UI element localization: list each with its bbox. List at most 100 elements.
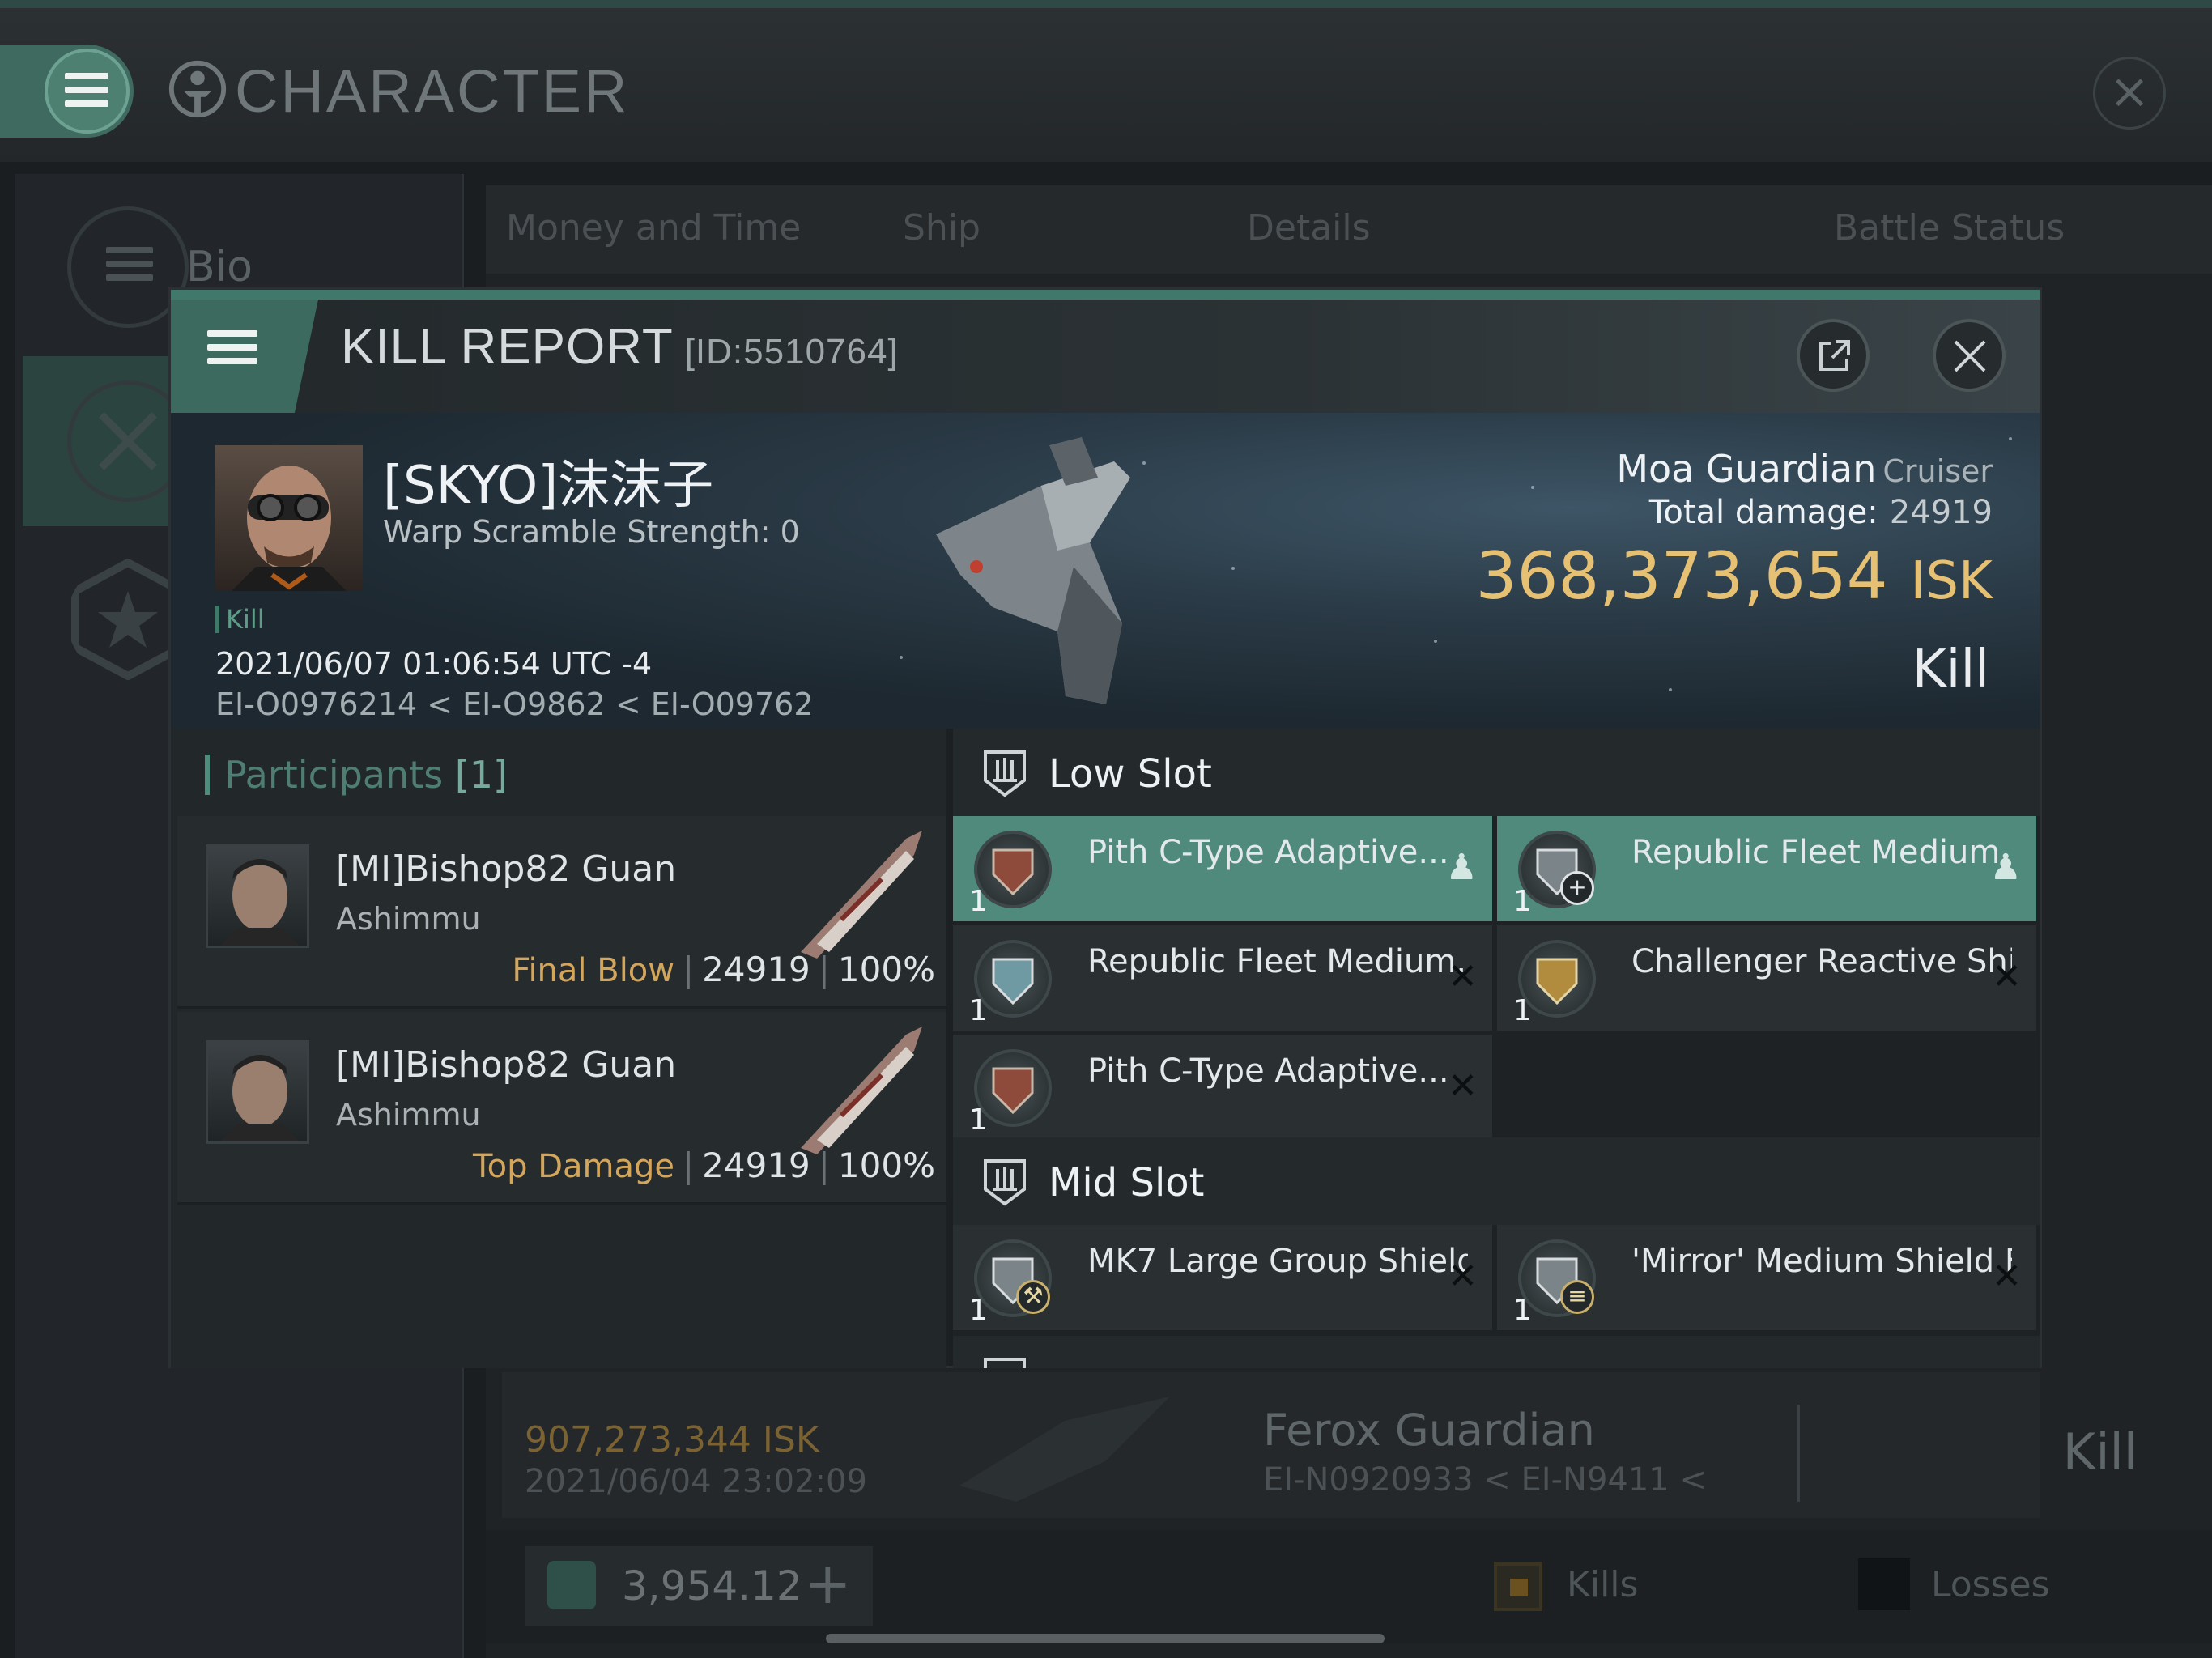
next-slot-header xyxy=(953,1336,2040,1368)
module-name: Republic Fleet Medium... xyxy=(1087,943,1468,980)
divider xyxy=(1797,1405,1800,1502)
mid-slot-icon xyxy=(984,1159,1026,1206)
hamburger-icon xyxy=(65,73,108,107)
victim-banner: [SKYO]沫沫子 Warp Scramble Strength: 0 Kill… xyxy=(171,413,2040,729)
kill-datetime: 2021/06/07 01:06:54 UTC -4 xyxy=(215,646,653,682)
bio-label: Bio xyxy=(186,243,253,291)
isk-value: 368,373,654 ISK xyxy=(1475,538,1993,614)
module-item[interactable]: 1 Pith C-Type Adaptive... ✕ xyxy=(953,1035,1492,1140)
total-damage: Total damage: 24919 xyxy=(1648,494,1993,531)
tab-details[interactable]: Details xyxy=(1247,207,1371,249)
modal-menu-button[interactable] xyxy=(171,300,318,413)
battle-row[interactable]: 907,273,344 ISK 2021/06/04 23:02:09 Fero… xyxy=(502,1372,2138,1518)
row-ship-name: Ferox Guardian xyxy=(1263,1405,1595,1456)
low-slot-icon xyxy=(984,750,1026,797)
participant-corp: Ashimmu xyxy=(336,901,481,937)
wrench-badge-icon: ⚒ xyxy=(1016,1280,1050,1314)
ship-info: Moa Guardian Cruiser xyxy=(1616,447,1993,491)
menu-circle xyxy=(45,49,130,134)
destroyed-x-icon: ✕ xyxy=(1992,1256,2022,1297)
module-item[interactable]: ≡ 1 'Mirror' Medium Shield Field ... ✕ xyxy=(1497,1225,2036,1330)
module-quantity: 1 xyxy=(969,1294,988,1327)
module-quantity: 1 xyxy=(1513,994,1532,1027)
module-item[interactable]: 1 Challenger Reactive Shield... ✕ xyxy=(1497,925,2036,1031)
kill-route: EI-O0976214 < EI-O9862 < EI-O09762 xyxy=(215,687,814,722)
module-item[interactable]: 1 Pith C-Type Adaptive... ♟ xyxy=(953,816,1492,921)
module-quantity: 1 xyxy=(1513,1294,1532,1327)
victim-ship-image xyxy=(936,437,1130,704)
main-menu-button[interactable] xyxy=(0,45,134,138)
module-quantity: 1 xyxy=(969,1103,988,1137)
module-name: Republic Fleet Medium... xyxy=(1631,834,2012,871)
destroyed-x-icon: ✕ xyxy=(1448,956,1478,997)
participant-name: [MI]Bishop82 Guan xyxy=(336,1044,677,1086)
participants-panel: Participants [1] [MI]Bishop82 Guan Ashim… xyxy=(171,729,946,1368)
module-item[interactable]: 1 Republic Fleet Medium... ✕ xyxy=(953,925,1492,1031)
participant-corp: Ashimmu xyxy=(336,1097,481,1133)
module-item[interactable]: ⚒ 1 MK7 Large Group Shield... ✕ xyxy=(953,1225,1492,1330)
share-button[interactable] xyxy=(1797,319,1870,392)
mid-slot-header: Mid Slot xyxy=(953,1137,2040,1225)
row-isk: 907,273,344 ISK xyxy=(525,1419,819,1460)
tab-battle-status[interactable]: Battle Status xyxy=(1834,207,2065,249)
external-link-icon xyxy=(1819,340,1850,371)
row-route: EI-N0920933 < EI-N9411 < xyxy=(1263,1461,1707,1499)
rank-badge-icon: ≡ xyxy=(1560,1280,1594,1314)
module-quantity: 1 xyxy=(1513,885,1532,918)
kills-legend-label: Kills xyxy=(1567,1564,1639,1605)
module-quantity: 1 xyxy=(969,885,988,918)
ship-image xyxy=(959,1397,1170,1502)
losses-legend-swatch[interactable] xyxy=(1858,1558,1910,1610)
pilot-avatar xyxy=(232,466,347,591)
kill-report-title: KILL REPORT [ID:5510764] xyxy=(341,319,899,375)
wallet-icon xyxy=(547,1561,596,1609)
page-title: CHARACTER xyxy=(235,57,630,125)
module-quantity: 1 xyxy=(969,994,988,1027)
victim-name: [SKYO]沫沫子 xyxy=(383,456,714,516)
avatar xyxy=(206,844,309,948)
module-name: Challenger Reactive Shield... xyxy=(1631,943,2012,980)
modal-accent-line xyxy=(171,290,2040,300)
slot-icon xyxy=(984,1358,1026,1368)
module-name: Pith C-Type Adaptive... xyxy=(1087,834,1449,871)
mid-slot-label: Mid Slot xyxy=(1049,1160,1205,1205)
low-slot-header: Low Slot xyxy=(953,729,2040,816)
person-icon: ♟ xyxy=(1445,847,1478,888)
character-icon xyxy=(168,60,227,118)
wallet-value: 3,954.12 xyxy=(622,1562,802,1609)
tab-ship[interactable]: Ship xyxy=(903,207,981,249)
destroyed-x-icon: ✕ xyxy=(1448,1065,1478,1107)
ship-class: Cruiser xyxy=(1882,453,1993,489)
avatar xyxy=(206,1040,309,1144)
person-icon: ♟ xyxy=(1989,847,2022,888)
losses-legend-label: Losses xyxy=(1931,1564,2050,1605)
destroyed-x-icon: ✕ xyxy=(1992,956,2022,997)
module-name: 'Mirror' Medium Shield Field ... xyxy=(1631,1243,2012,1280)
close-modal-button[interactable] xyxy=(1933,319,2006,392)
participant-row[interactable]: [MI]Bishop82 Guan Ashimmu Top Damage | 249… xyxy=(177,1012,946,1205)
close-icon xyxy=(1954,340,1986,372)
add-funds-button[interactable]: + xyxy=(804,1550,852,1617)
home-indicator xyxy=(826,1634,1385,1643)
participant-ship-image xyxy=(801,831,922,959)
low-slot-label: Low Slot xyxy=(1049,751,1212,797)
wallet-widget: 3,954.12 + xyxy=(525,1546,873,1626)
top-accent-line xyxy=(0,0,2212,8)
kill-tag: Kill xyxy=(215,606,265,633)
module-name: Pith C-Type Adaptive... xyxy=(1087,1052,1449,1090)
ship-name: Moa Guardian xyxy=(1616,447,1877,491)
row-date: 2021/06/04 23:02:09 xyxy=(525,1463,867,1500)
participant-row[interactable]: [MI]Bishop82 Guan Ashimmu Final Blow | 249… xyxy=(177,816,946,1009)
kills-legend-swatch[interactable] xyxy=(1494,1562,1542,1611)
participant-ship-image xyxy=(801,1027,922,1154)
victim-portrait[interactable] xyxy=(215,445,363,591)
module-item[interactable]: + 1 Republic Fleet Medium... ♟ xyxy=(1497,816,2036,921)
close-character-button[interactable]: × xyxy=(2093,57,2166,130)
kill-report-id: [ID:5510764] xyxy=(684,332,899,372)
hamburger-icon xyxy=(207,330,257,364)
participant-name: [MI]Bishop82 Guan xyxy=(336,848,677,890)
row-result: Kill xyxy=(2062,1422,2138,1482)
destroyed-x-icon: ✕ xyxy=(1448,1256,1478,1297)
tab-money-and-time[interactable]: Money and Time xyxy=(506,207,801,249)
module-name: MK7 Large Group Shield... xyxy=(1087,1243,1468,1280)
